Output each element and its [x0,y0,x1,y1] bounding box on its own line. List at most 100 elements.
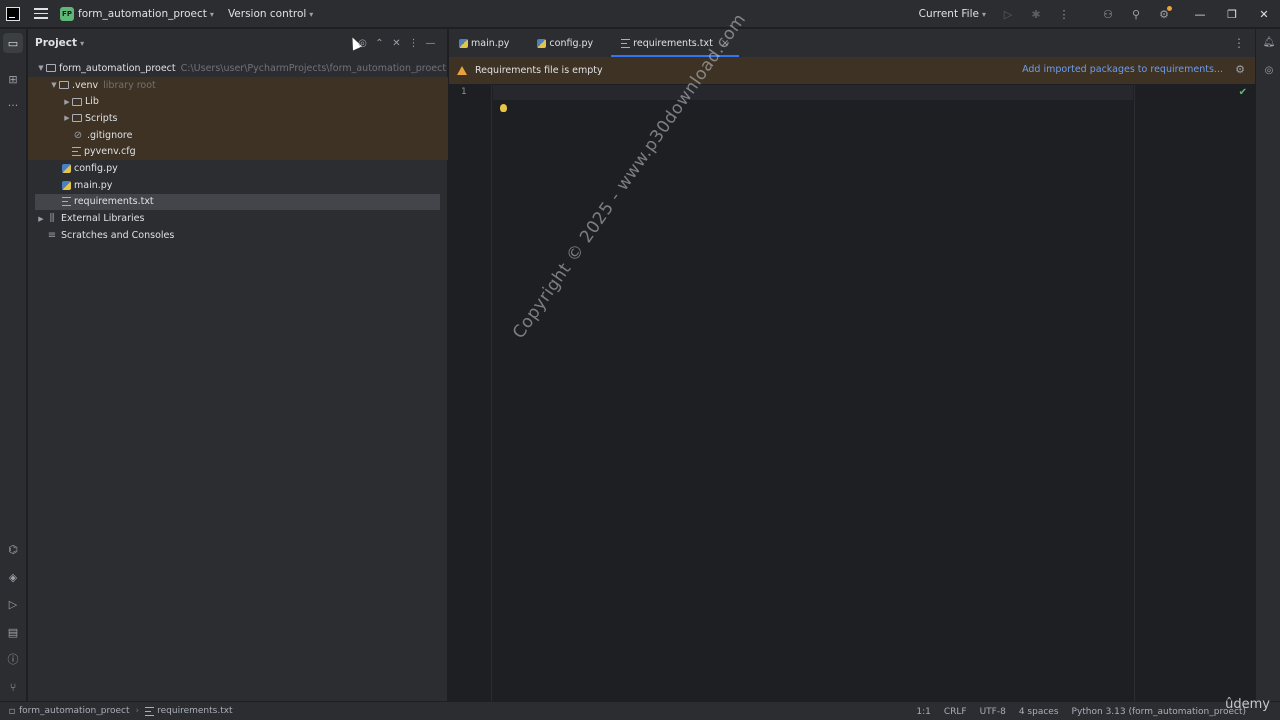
tree-item-label: requirements.txt [74,196,154,208]
chevron-right-icon[interactable]: ▶ [62,98,72,106]
chevron-right-icon[interactable]: ▶ [36,215,46,223]
python-file-icon [459,38,468,48]
settings-gear-icon[interactable]: ⚙ [1154,4,1174,24]
chevron-down-icon: ▾ [981,10,986,19]
tab-label: config.py [549,37,594,49]
tree-item-scratches[interactable]: ≡ Scratches and Consoles [28,227,448,244]
python-file-icon [537,38,547,48]
tree-item-requirements-txt[interactable]: requirements.txt [35,193,440,211]
project-panel: Project ▾ ◎ ⌃ ✕ ⋮ — ▼ form_automation_pro… [28,29,448,701]
close-window-button[interactable]: ✕ [1248,0,1280,28]
left-tool-strip: ▭ ⊞ ··· ⌬ ◈ ▷ ▤ ⓘ ⑂ [0,29,27,701]
right-margin-guide [1134,85,1135,701]
chevron-right-icon[interactable]: ▶ [62,114,72,122]
lightbulb-icon[interactable] [500,104,507,112]
tree-item-project-root[interactable]: ▼ form_automation_proect C:\Users\user\P… [28,60,448,77]
folder-icon [46,64,56,73]
project-badge[interactable]: FP [60,6,74,21]
udemy-logo: ûdemy [1225,697,1270,712]
problems-icon[interactable]: ⓘ [3,649,23,669]
scratches-icon: ≡ [47,229,57,241]
terminal-icon[interactable]: ▤ [3,622,23,642]
caret-position[interactable]: 1:1 [916,707,930,717]
tree-item-gitignore[interactable]: ⊘ .gitignore [28,126,448,144]
tree-item-label: Scratches and Consoles [61,229,175,241]
expand-all-icon[interactable]: ⌃ [371,38,388,49]
tab-config-py[interactable]: config.py [527,29,603,57]
minimize-window-button[interactable]: — [1184,0,1216,28]
status-bar: ▫ form_automation_proect › requirements.… [0,701,1280,720]
run-icon[interactable]: ▷ [998,4,1018,24]
notifications-bell-icon[interactable]: 🔔︎ [1260,33,1278,51]
breadcrumb-file[interactable]: requirements.txt [157,706,232,716]
tree-item-label: form_automation_proect [59,62,176,74]
indent-selector[interactable]: 4 spaces [1019,707,1059,717]
tree-item-venv[interactable]: ▼ .venv library root [28,76,448,94]
pycharm-logo-icon [6,6,20,21]
line-number: 1 [461,87,467,97]
tree-item-label: .venv [72,79,99,91]
search-icon[interactable]: ⚲ [1126,4,1146,24]
tree-item-lib[interactable]: ▶ Lib [28,93,448,111]
debug-icon[interactable]: ✱ [1026,4,1046,24]
tree-item-label: main.py [74,179,113,191]
editor-area: main.py config.py requirements.txt × ⋮ R… [449,10,1255,701]
project-folder-icon[interactable]: ▭ [3,33,23,53]
hide-panel-icon[interactable]: — [422,38,439,49]
python-console-icon[interactable]: ⌬ [3,539,23,559]
python-packages-icon[interactable]: ◈ [3,567,23,587]
tree-item-pyvenv-cfg[interactable]: pyvenv.cfg [28,143,448,161]
notification-banner: Requirements file is empty Add imported … [449,57,1255,84]
library-root-hint: library root [103,79,156,91]
folder-icon [72,114,82,123]
chevron-down-icon: ▾ [209,9,214,19]
add-user-icon[interactable]: ⚇ [1098,4,1118,24]
structure-icon[interactable]: ⊞ [3,69,23,89]
folder-icon [59,81,69,90]
text-file-icon [621,38,631,48]
project-path: C:\Users\user\PycharmProjects\form_autom… [180,62,447,74]
no-problems-check-icon[interactable]: ✔ [1239,87,1247,98]
project-tree: ▼ form_automation_proect C:\Users\user\P… [28,60,448,244]
library-icon: ⫼ [49,213,55,225]
breadcrumb-project[interactable]: form_automation_proect [19,706,130,716]
banner-settings-gear-icon[interactable]: ⚙ [1235,63,1245,76]
encoding-selector[interactable]: UTF-8 [980,707,1006,717]
tab-options-icon[interactable]: ⋮ [1233,36,1245,50]
select-opened-file-icon[interactable]: ◎ [354,38,371,49]
more-tools-icon[interactable]: ··· [3,95,23,115]
git-branch-icon[interactable]: ⑂ [3,677,23,697]
main-menu-icon[interactable] [34,8,48,19]
python-file-icon [62,163,71,173]
collapse-all-icon[interactable]: ✕ [388,38,405,49]
restore-window-button[interactable]: ❐ [1216,0,1248,28]
panel-options-icon[interactable]: ⋮ [405,38,422,49]
tree-item-external-libraries[interactable]: ▶ ⫼ External Libraries [28,210,448,227]
tree-item-scripts[interactable]: ▶ Scripts [28,110,448,127]
vcs-menu[interactable]: Version control ▾ [228,8,313,20]
line-ending-selector[interactable]: CRLF [944,707,967,717]
more-actions-icon[interactable]: ⋮ [1054,4,1074,24]
chevron-down-icon[interactable]: ▼ [36,64,46,72]
add-imported-packages-link[interactable]: Add imported packages to requirements... [1022,64,1223,75]
interpreter-selector[interactable]: Python 3.13 (form_automation_proect) [1072,707,1246,717]
project-view-selector[interactable]: Project ▾ [35,37,84,49]
ai-assistant-icon[interactable]: ◎ [1260,61,1278,79]
tree-item-label: Lib [85,96,99,108]
tree-item-main-py[interactable]: main.py [28,177,448,194]
banner-message: Requirements file is empty [475,65,603,76]
services-icon[interactable]: ▷ [3,594,23,614]
ignored-file-icon: ⊘ [73,129,83,141]
tree-item-label: .gitignore [87,129,133,141]
tree-item-label: config.py [74,162,118,174]
tab-main-py[interactable]: main.py [449,29,519,57]
tab-label: main.py [471,37,510,49]
current-line-highlight [493,85,1133,100]
chevron-down-icon[interactable]: ▼ [49,81,59,89]
project-panel-header: Project ▾ ◎ ⌃ ✕ ⋮ — [28,29,447,57]
editor-gutter: 1 [449,85,492,701]
run-config-selector[interactable]: Current File ▾ [919,8,986,20]
title-bar: FP form_automation_proect ▾ Version contr… [0,0,1280,28]
tree-item-config-py[interactable]: config.py [28,160,448,177]
project-switcher[interactable]: form_automation_proect ▾ [78,8,214,20]
